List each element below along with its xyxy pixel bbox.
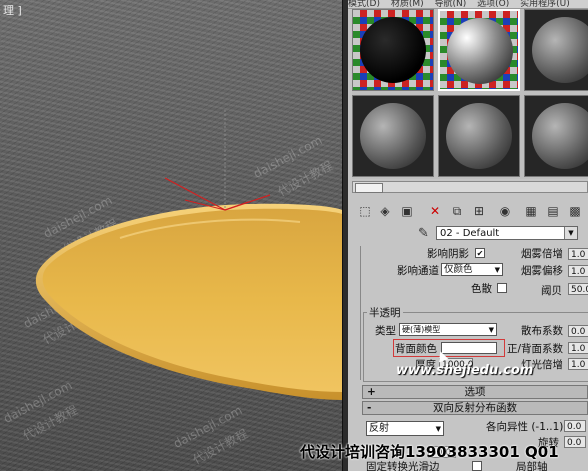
- background-icon[interactable]: ▩: [566, 202, 584, 220]
- affect-shadows-checkbox[interactable]: ✔: [475, 248, 485, 258]
- scatter-coef-label: 散布系数: [521, 325, 563, 337]
- delete-icon[interactable]: ✕: [426, 202, 444, 220]
- chevron-down-icon: ▼: [435, 425, 441, 433]
- slots-scrollbar[interactable]: [352, 181, 588, 193]
- threshold-value[interactable]: 50.0: [568, 283, 588, 295]
- affect-channel-label: 影响通道: [397, 265, 439, 277]
- material-slot-1[interactable]: [352, 9, 434, 91]
- light-multiplier-value[interactable]: 1.0: [568, 358, 588, 370]
- affect-channel-value: 仅颜色: [444, 264, 473, 275]
- affect-shadows-label: 影响阴影: [427, 248, 469, 260]
- expand-icon: +: [367, 386, 376, 398]
- fog-gain-label: 烟雾倍增: [521, 248, 563, 260]
- chevron-down-icon[interactable]: ▼: [564, 227, 577, 239]
- material-toolbar: ⬚ ◈ ▣ ✕ ⧉ ⊞ ◉ ▦ ▤ ▩: [352, 200, 588, 222]
- material-name-value: 02 - Default: [440, 228, 500, 239]
- parameters-rollout: 影响阴影 ✔ 烟雾倍增 1.0 影响通道 仅颜色 ▼ 烟雾偏移 1.0 色散 阈贝…: [360, 246, 588, 382]
- material-slot-3[interactable]: [524, 9, 588, 91]
- material-sphere: [360, 103, 426, 169]
- brdf-rollout-title: 双向反射分布函数: [433, 402, 517, 414]
- front-back-label: 正/背面系数: [507, 343, 564, 355]
- fog-gain-value[interactable]: 1.0: [568, 248, 588, 260]
- put-to-scene-icon[interactable]: ◈: [376, 202, 394, 220]
- material-slot-2[interactable]: [438, 9, 520, 91]
- material-name-field[interactable]: 02 - Default ▼: [436, 226, 578, 240]
- translucency-type-dropdown[interactable]: 硬(薄)模型 ▼: [399, 323, 497, 336]
- dispersion-checkbox[interactable]: [497, 283, 507, 293]
- back-color-label: 背面颜色: [395, 343, 437, 355]
- watermark-site: www.shejiedu.com: [396, 363, 534, 378]
- material-sphere: [446, 103, 512, 169]
- scene-svg: [35, 110, 342, 400]
- menu-item-options[interactable]: 选项(O): [477, 0, 509, 8]
- show-end-result-icon[interactable]: ▤: [544, 202, 562, 220]
- material-editor-panel: 模式(D) 材质(M) 导航(N) 选项(O) 实用程序(U) ⬚ ◈ ▣ ✕: [348, 0, 588, 471]
- material-slots-grid: [352, 9, 588, 179]
- fixed-conversion-checkbox[interactable]: [472, 461, 482, 471]
- put-to-library-icon[interactable]: ⊞: [470, 202, 488, 220]
- brdf-type-dropdown[interactable]: 反射 ▼: [366, 421, 444, 436]
- brdf-rollout-header[interactable]: - 双向反射分布函数: [362, 401, 588, 415]
- assign-material-icon[interactable]: ▣: [398, 202, 416, 220]
- menu-item-modes[interactable]: 模式(D): [348, 0, 380, 8]
- chevron-down-icon: ▼: [488, 326, 494, 334]
- anisotropy-value[interactable]: 0.0: [564, 420, 586, 432]
- translucency-type-label: 类型: [375, 325, 396, 337]
- menu-item-material[interactable]: 材质(M): [391, 0, 424, 8]
- material-slot-5[interactable]: [438, 95, 520, 177]
- viewport-perspective[interactable]: 理 ] daishejl.com 代设计教程 daishejl.com 代设计教…: [0, 0, 342, 471]
- material-sphere: [360, 17, 426, 83]
- anisotropy-label: 各向异性 (-1..1): [486, 421, 564, 433]
- fog-offset-label: 烟雾偏移: [521, 265, 563, 277]
- translucency-group-label: 半透明: [367, 305, 403, 320]
- options-rollout-title: 选项: [464, 386, 486, 398]
- material-effects-icon[interactable]: ◉: [496, 202, 514, 220]
- make-unique-icon[interactable]: ⧉: [448, 202, 466, 220]
- get-material-icon[interactable]: ⬚: [356, 202, 374, 220]
- material-sphere: [532, 17, 588, 83]
- menu-item-utilities[interactable]: 实用程序(U): [520, 0, 570, 8]
- material-slot-4[interactable]: [352, 95, 434, 177]
- rotation-value[interactable]: 0.0: [564, 436, 586, 448]
- dispersion-label: 色散: [471, 283, 492, 295]
- menu-item-navigation[interactable]: 导航(N): [435, 0, 467, 8]
- collapse-icon: -: [367, 402, 372, 414]
- scatter-coef-value[interactable]: 0.0: [568, 325, 588, 337]
- material-sphere: [447, 18, 513, 84]
- material-slot-6[interactable]: [524, 95, 588, 177]
- gizmo-axis-x: [164, 177, 226, 211]
- chevron-down-icon: ▼: [494, 266, 500, 274]
- fog-offset-value[interactable]: 1.0: [568, 265, 588, 277]
- options-rollout-header[interactable]: + 选项: [362, 385, 588, 399]
- show-map-icon[interactable]: ▦: [522, 202, 540, 220]
- material-sphere: [532, 103, 588, 169]
- brdf-type-value: 反射: [369, 423, 389, 434]
- translucency-type-value: 硬(薄)模型: [402, 325, 441, 334]
- watermark-contact: 代设计培训咨询13903833301 Q01: [300, 443, 559, 461]
- back-color-swatch[interactable]: [441, 342, 497, 354]
- menu-bar: 模式(D) 材质(M) 导航(N) 选项(O) 实用程序(U): [348, 0, 588, 9]
- front-back-value[interactable]: 1.0: [568, 342, 588, 354]
- threshold-label: 阈贝: [541, 285, 562, 297]
- scrollbar-thumb[interactable]: [355, 183, 383, 193]
- material-name-row: ✎ 02 - Default ▼: [414, 226, 588, 242]
- eyedropper-icon[interactable]: ✎: [418, 226, 432, 242]
- affect-channel-dropdown[interactable]: 仅颜色 ▼: [441, 263, 503, 276]
